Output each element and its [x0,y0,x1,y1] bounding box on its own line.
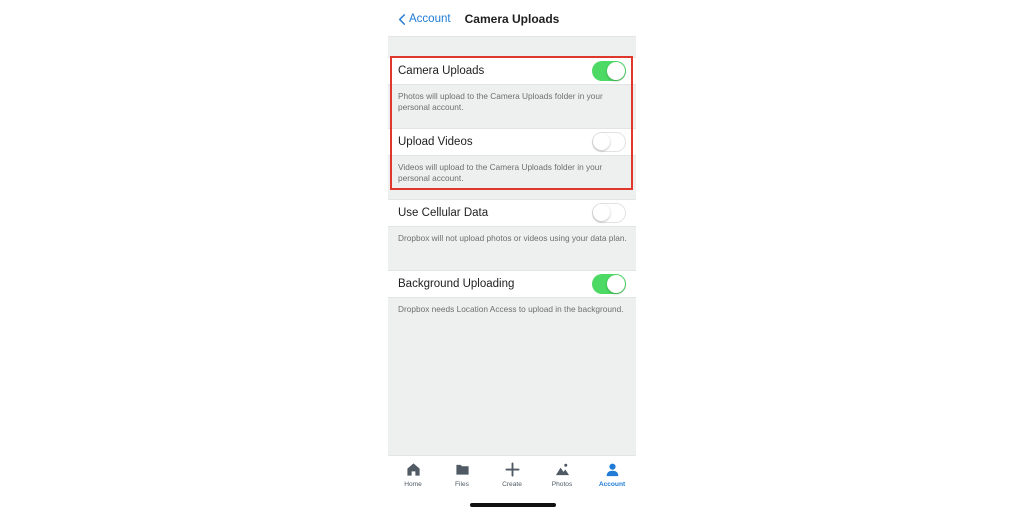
phone-screen: Account Camera Uploads Camera Uploads Ph… [388,0,636,512]
setting-label: Camera Uploads [398,65,485,77]
toggle-knob [593,133,610,150]
setting-row-camera-uploads: Camera Uploads [388,57,636,85]
setting-description: Dropbox will not upload photos or videos… [398,233,627,243]
tab-photos[interactable]: Photos [540,462,584,492]
setting-label: Use Cellular Data [398,207,489,219]
tab-home[interactable]: Home [391,462,435,492]
home-indicator [470,503,556,507]
toggle-knob [607,62,625,80]
plus-icon [504,462,520,477]
setting-label: Upload Videos [398,136,473,148]
upload-videos-toggle[interactable] [592,132,626,152]
tab-label: Files [455,481,469,488]
photos-icon [555,463,569,476]
folder-icon [455,464,469,475]
setting-description: Photos will upload to the Camera Uploads… [398,91,603,112]
tab-label: Photos [551,481,573,488]
setting-label: Background Uploading [398,278,515,290]
setting-description: Videos will upload to the Camera Uploads… [398,162,603,183]
tab-files[interactable]: Files [440,462,484,492]
tab-account[interactable]: Account [590,462,634,492]
camera-uploads-toggle[interactable] [592,61,626,81]
setting-row-background-uploading: Background Uploading [388,270,636,298]
background-uploading-toggle[interactable] [592,274,626,294]
setting-row-use-cellular-data: Use Cellular Data [388,199,636,227]
tab-create[interactable]: Create [490,462,534,492]
tab-label: Home [404,481,422,488]
navigation-bar: Account Camera Uploads [388,0,636,37]
page-title: Camera Uploads [464,12,560,26]
tab-label: Create [502,481,522,488]
toggle-knob [607,275,625,293]
toggle-knob [593,204,610,221]
setting-description: Dropbox needs Location Access to upload … [398,304,624,314]
person-icon [606,463,618,477]
tab-label: Account [598,481,626,488]
use-cellular-data-toggle[interactable] [592,203,626,223]
setting-row-upload-videos: Upload Videos [388,128,636,156]
home-icon [406,463,420,476]
